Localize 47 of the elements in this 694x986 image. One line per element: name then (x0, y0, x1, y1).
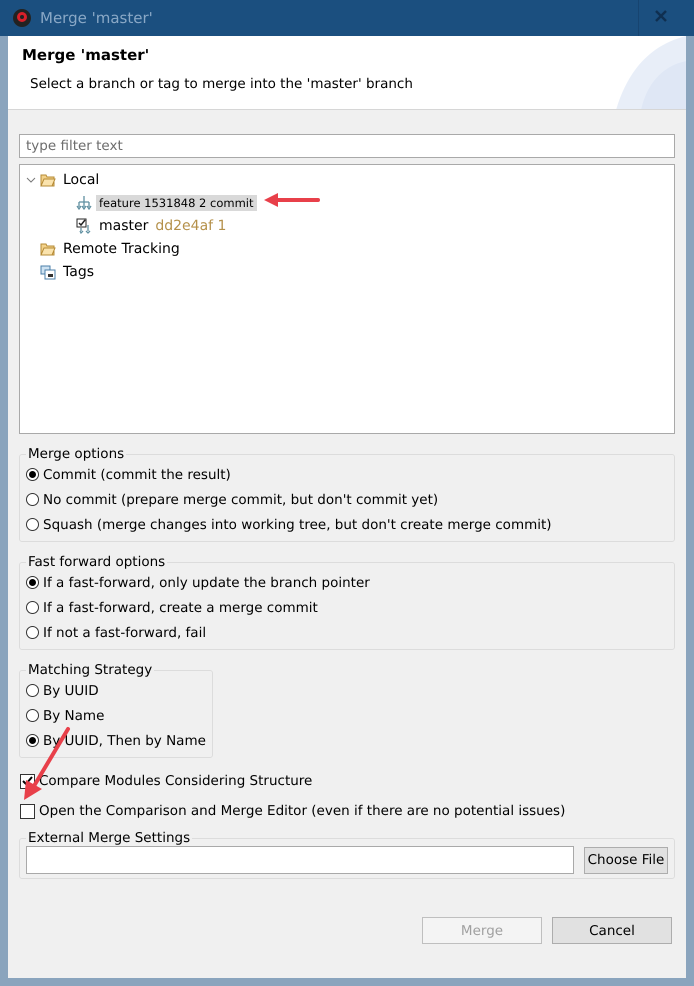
radio-button[interactable] (26, 518, 39, 531)
branch-icon (76, 194, 92, 210)
radio-button[interactable] (26, 684, 39, 697)
option-label: By UUID (43, 682, 99, 698)
radio-button[interactable] (26, 493, 39, 506)
option-label: Squash (merge changes into working tree, but don't create merge commit) (43, 516, 552, 532)
tree-item[interactable]: Tags (60, 262, 97, 280)
radio-button[interactable] (26, 734, 39, 747)
app-logo-icon (12, 8, 32, 28)
tree-item[interactable]: master (96, 216, 152, 234)
dialog-title: Merge 'master' (22, 46, 150, 64)
folder-icon (40, 242, 56, 256)
filter-field[interactable]: type filter text (19, 134, 675, 158)
option-label: No commit (prepare merge commit, but don't commit yet) (43, 492, 438, 508)
group-title: Fast forward options (27, 554, 166, 570)
branch-commit-info: dd2e4af 1 (155, 218, 226, 234)
tree-item[interactable]: Local (60, 170, 102, 188)
checkbox-label: Open the Comparison and Merge Editor (even if there are no potential issues) (39, 803, 566, 819)
annotation-arrow-icon (262, 190, 322, 210)
checkbox[interactable] (20, 804, 35, 818)
merge-settings-field[interactable] (26, 846, 574, 874)
branch-check-icon (76, 218, 92, 234)
choose-file-button[interactable]: Choose File (584, 846, 668, 874)
group-title: External Merge Settings (27, 830, 192, 846)
radio-button[interactable] (26, 468, 39, 481)
dialog-button[interactable]: Cancel (552, 917, 672, 944)
tree-item[interactable]: feature 1531848 2 commit (96, 194, 256, 210)
option-label: Commit (commit the result) (43, 466, 231, 482)
option-label: If a fast-forward, create a merge commit (43, 600, 318, 616)
option-label: By Name (43, 708, 104, 724)
close-icon (654, 10, 666, 22)
tags-icon (40, 264, 56, 280)
checkbox-label: Compare Modules Considering Structure (39, 773, 312, 789)
option-label: By UUID, Then by Name (43, 732, 206, 748)
dialog-description: Select a branch or tag to merge into the 'master' branch (29, 76, 414, 92)
radio-button[interactable] (26, 626, 39, 639)
window-title: Merge 'master' (40, 9, 153, 27)
tree-item[interactable]: Remote Tracking (60, 240, 183, 258)
group-title: Merge options (27, 446, 126, 462)
option-label: If a fast-forward, only update the branch pointer (43, 574, 370, 590)
radio-button[interactable] (26, 601, 39, 614)
expand-chevron-icon[interactable] (26, 176, 36, 184)
group-title: Matching Strategy (27, 662, 154, 678)
radio-button[interactable] (26, 709, 39, 722)
folder-icon (40, 172, 56, 186)
option-label: If not a fast-forward, fail (43, 624, 206, 640)
radio-button[interactable] (26, 576, 39, 589)
